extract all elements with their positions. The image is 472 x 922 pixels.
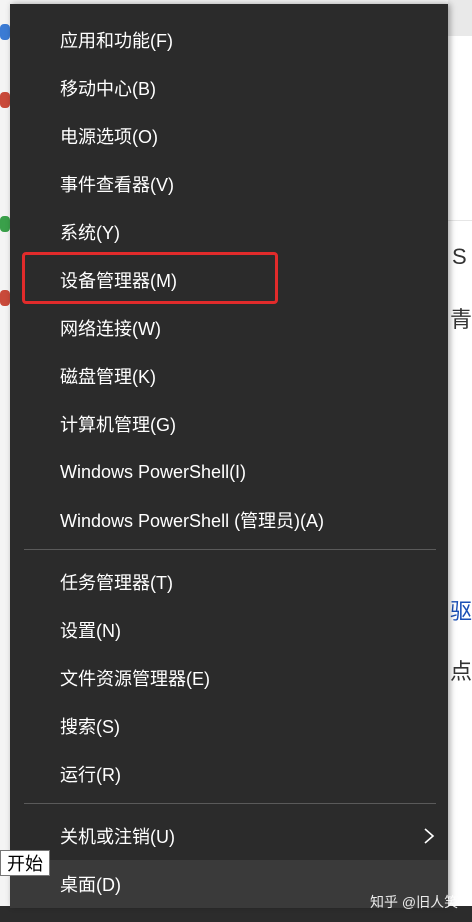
menu-item-file-explorer[interactable]: 文件资源管理器(E) bbox=[10, 654, 448, 702]
menu-item-mobility-center[interactable]: 移动中心(B) bbox=[10, 64, 448, 112]
background-text-fragment: 青 bbox=[450, 307, 472, 332]
menu-item-label: 应用和功能(F) bbox=[60, 31, 173, 51]
menu-item-run[interactable]: 运行(R) bbox=[10, 750, 448, 798]
background-link-fragment: 驱 bbox=[450, 599, 472, 624]
background-text-fragment: S bbox=[452, 244, 467, 269]
menu-item-search[interactable]: 搜索(S) bbox=[10, 702, 448, 750]
menu-item-label: 设备管理器(M) bbox=[60, 271, 177, 291]
menu-item-apps-features[interactable]: 应用和功能(F) bbox=[10, 16, 448, 64]
menu-item-label: 计算机管理(G) bbox=[60, 415, 176, 435]
background-toolbar bbox=[448, 0, 472, 36]
menu-item-label: 任务管理器(T) bbox=[60, 573, 173, 593]
menu-item-disk-management[interactable]: 磁盘管理(K) bbox=[10, 352, 448, 400]
background-icon bbox=[0, 216, 10, 232]
winx-context-menu: 应用和功能(F) 移动中心(B) 电源选项(O) 事件查看器(V) 系统(Y) … bbox=[10, 4, 448, 908]
menu-item-network-connections[interactable]: 网络连接(W) bbox=[10, 304, 448, 352]
menu-item-label: 电源选项(O) bbox=[60, 127, 158, 147]
chevron-right-icon bbox=[422, 828, 436, 844]
menu-item-label: 磁盘管理(K) bbox=[60, 367, 156, 387]
menu-item-label: 网络连接(W) bbox=[60, 319, 161, 339]
menu-item-task-manager[interactable]: 任务管理器(T) bbox=[10, 558, 448, 606]
menu-item-powershell[interactable]: Windows PowerShell(I) bbox=[10, 448, 448, 496]
background-icon bbox=[0, 24, 10, 40]
background-icon bbox=[0, 290, 10, 306]
menu-item-label: 系统(Y) bbox=[60, 223, 120, 243]
background-divider bbox=[448, 220, 472, 221]
menu-divider bbox=[24, 549, 436, 550]
background-text-fragment: 点 bbox=[450, 659, 472, 684]
watermark: 知乎 @旧人笑 bbox=[370, 894, 459, 910]
start-tooltip: 开始 bbox=[0, 850, 50, 876]
menu-item-settings[interactable]: 设置(N) bbox=[10, 606, 448, 654]
menu-item-shutdown-signout[interactable]: 关机或注销(U) bbox=[10, 812, 448, 860]
menu-item-label: 设置(N) bbox=[60, 621, 121, 641]
menu-item-system[interactable]: 系统(Y) bbox=[10, 208, 448, 256]
menu-item-event-viewer[interactable]: 事件查看器(V) bbox=[10, 160, 448, 208]
background-icon bbox=[0, 92, 10, 108]
menu-item-label: 关机或注销(U) bbox=[60, 827, 175, 847]
menu-item-label: 搜索(S) bbox=[60, 717, 120, 737]
menu-item-computer-management[interactable]: 计算机管理(G) bbox=[10, 400, 448, 448]
background-document bbox=[448, 0, 472, 922]
menu-item-label: Windows PowerShell (管理员)(A) bbox=[60, 511, 325, 531]
menu-item-label: 文件资源管理器(E) bbox=[60, 669, 210, 689]
menu-divider bbox=[24, 803, 436, 804]
menu-item-label: 桌面(D) bbox=[60, 875, 121, 895]
menu-item-label: 移动中心(B) bbox=[60, 79, 156, 99]
menu-item-power-options[interactable]: 电源选项(O) bbox=[10, 112, 448, 160]
menu-item-device-manager[interactable]: 设备管理器(M) bbox=[10, 256, 448, 304]
menu-item-label: Windows PowerShell(I) bbox=[60, 461, 247, 482]
menu-item-label: 事件查看器(V) bbox=[60, 175, 174, 195]
menu-item-label: 运行(R) bbox=[60, 765, 121, 785]
menu-item-powershell-admin[interactable]: Windows PowerShell (管理员)(A) bbox=[10, 496, 448, 544]
